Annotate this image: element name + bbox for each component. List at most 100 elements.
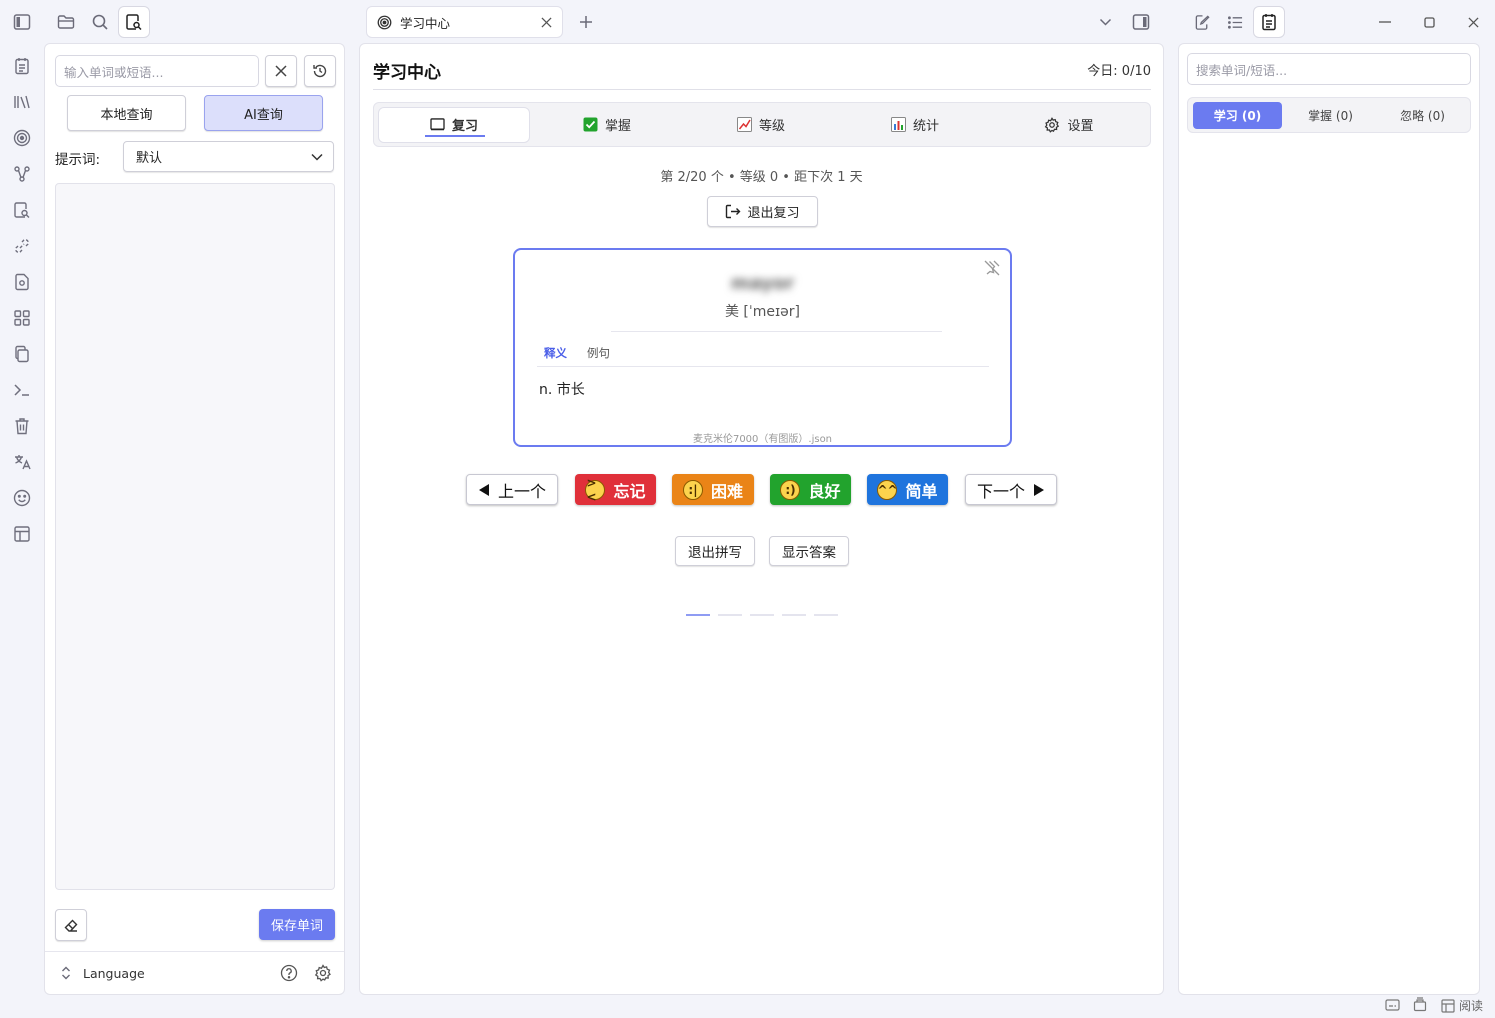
progress-dot — [750, 614, 774, 616]
forget-button[interactable]: >< 忘记 — [575, 474, 656, 505]
link-icon[interactable] — [11, 235, 33, 257]
prev-button[interactable]: 上一个 — [466, 474, 558, 505]
tab-mastered-label: 掌握 — [604, 119, 631, 134]
eraser-button[interactable] — [55, 909, 87, 941]
progress-dot — [686, 614, 710, 616]
history-button[interactable] — [304, 55, 336, 87]
good-label: 良好 — [808, 481, 841, 501]
language-label[interactable]: Language — [83, 966, 145, 981]
copy-icon[interactable] — [11, 343, 33, 365]
chart-line-icon — [736, 117, 752, 132]
hard-label: 困难 — [710, 481, 743, 501]
reading-layout-icon — [1441, 998, 1455, 1013]
translate-icon[interactable] — [11, 451, 33, 473]
page-title: 学习中心 — [373, 63, 441, 83]
minimize-icon[interactable] — [1370, 7, 1400, 37]
tab-mastered-words[interactable]: 掌握 (0) — [1286, 102, 1375, 129]
easy-button[interactable]: ^^ 简单 — [867, 474, 948, 505]
dictionary-panel: 输入单词或短语... 本地查询 AI查询 提示词: 默认 保存单词 Langua… — [44, 43, 345, 995]
tab-stats[interactable]: 统计 — [838, 107, 992, 143]
trash-icon[interactable] — [11, 415, 33, 437]
book-icon — [430, 118, 445, 131]
good-button[interactable]: :) 良好 — [770, 474, 851, 505]
close-icon — [274, 64, 288, 78]
tab-example[interactable]: 例句 — [587, 345, 610, 361]
tab-active-indicator — [425, 134, 485, 137]
sidebar-toggle-icon[interactable] — [11, 11, 33, 33]
next-button[interactable]: 下一个 — [965, 474, 1057, 505]
word-hidden: mayor — [730, 273, 795, 294]
tab-ignored[interactable]: 忽略 (0) — [1378, 102, 1467, 129]
chevron-up-down-icon[interactable] — [60, 965, 72, 981]
review-tabs: 复习 掌握 等级 统计 设置 — [373, 102, 1151, 147]
reading-mode-toggle[interactable]: 阅读 — [1441, 997, 1483, 1014]
divider — [537, 366, 989, 367]
wordbook-search-input[interactable]: 搜索单词/短语... — [1187, 53, 1471, 85]
clear-button[interactable] — [265, 55, 297, 87]
slight-smile-icon: :) — [780, 479, 801, 500]
document-search-icon[interactable] — [11, 271, 33, 293]
layout-icon[interactable] — [11, 523, 33, 545]
divider — [611, 331, 942, 332]
word-search-input[interactable]: 输入单词或短语... — [55, 55, 259, 87]
tab-settings-label: 设置 — [1067, 119, 1094, 134]
chevron-down-icon — [311, 153, 323, 161]
search-icon[interactable] — [85, 7, 115, 37]
right-sidebar-toggle-icon[interactable] — [1126, 7, 1156, 37]
divider — [45, 951, 344, 952]
tab-learning[interactable]: 学习 (0) — [1193, 102, 1282, 129]
wordbook-view-icon[interactable] — [1253, 6, 1285, 38]
word-search-placeholder: 输入单词或短语... — [64, 64, 164, 80]
ai-result-area[interactable] — [55, 183, 335, 890]
save-word-button[interactable]: 保存单词 — [259, 909, 335, 940]
maximize-icon[interactable] — [1414, 7, 1444, 37]
pin-off-icon[interactable] — [983, 259, 1001, 277]
tab-level-label: 等级 — [758, 119, 785, 134]
grid-icon[interactable] — [11, 307, 33, 329]
close-window-icon[interactable] — [1458, 7, 1488, 37]
dictionary-view-icon[interactable] — [118, 6, 150, 38]
progress-dot — [814, 614, 838, 616]
file-search-icon[interactable] — [11, 199, 33, 221]
ai-query-button[interactable]: AI查询 — [204, 95, 323, 131]
exit-spell-button[interactable]: 退出拼写 — [675, 536, 755, 566]
word-card[interactable]: mayor 美 [ˈmeɪər] 释义 例句 n. 市长 麦克米伦7000（有图… — [513, 248, 1012, 447]
notes-icon[interactable] — [11, 55, 33, 77]
prompt-select-value: 默认 — [136, 151, 163, 166]
triangle-right-icon — [1033, 483, 1045, 497]
prompt-select[interactable]: 默认 — [123, 141, 334, 172]
neutral-face-icon: :| — [682, 479, 703, 500]
library-icon[interactable] — [11, 91, 33, 113]
tab-review[interactable]: 复习 — [378, 106, 530, 143]
graph-icon[interactable] — [11, 163, 33, 185]
local-query-button[interactable]: 本地查询 — [67, 95, 186, 131]
help-icon[interactable] — [280, 964, 298, 982]
tab-study-center[interactable]: 学习中心 — [366, 6, 563, 38]
new-tab-icon[interactable] — [571, 7, 601, 37]
smile-icon[interactable] — [11, 487, 33, 509]
show-answer-button[interactable]: 显示答案 — [769, 536, 849, 566]
tab-review-label: 复习 — [451, 119, 478, 134]
next-label: 下一个 — [976, 481, 1025, 501]
edit-note-icon[interactable] — [1187, 7, 1217, 37]
tab-mastered[interactable]: 掌握 — [530, 107, 684, 143]
target-icon[interactable] — [11, 127, 33, 149]
folder-icon[interactable] — [51, 7, 81, 37]
status-caption-icon[interactable] — [1385, 998, 1400, 1012]
exit-review-button[interactable]: 退出复习 — [707, 196, 818, 227]
tab-close-icon[interactable] — [541, 16, 552, 28]
status-sync-icon[interactable] — [1413, 997, 1427, 1012]
progress-dot — [718, 614, 742, 616]
hard-button[interactable]: :| 困难 — [672, 474, 754, 505]
tab-level[interactable]: 等级 — [684, 107, 838, 143]
check-icon — [583, 117, 598, 132]
tab-list-chevron-icon[interactable] — [1090, 7, 1120, 37]
terminal-icon[interactable] — [11, 379, 33, 401]
wordbook-tabs: 学习 (0) 掌握 (0) 忽略 (0) — [1187, 97, 1471, 133]
tab-definition[interactable]: 释义 — [544, 345, 567, 361]
list-icon[interactable] — [1220, 7, 1250, 37]
progress-dot — [782, 614, 806, 616]
reading-mode-label: 阅读 — [1459, 999, 1484, 1013]
tab-settings[interactable]: 设置 — [992, 107, 1146, 143]
settings-gear-icon[interactable] — [314, 964, 332, 982]
